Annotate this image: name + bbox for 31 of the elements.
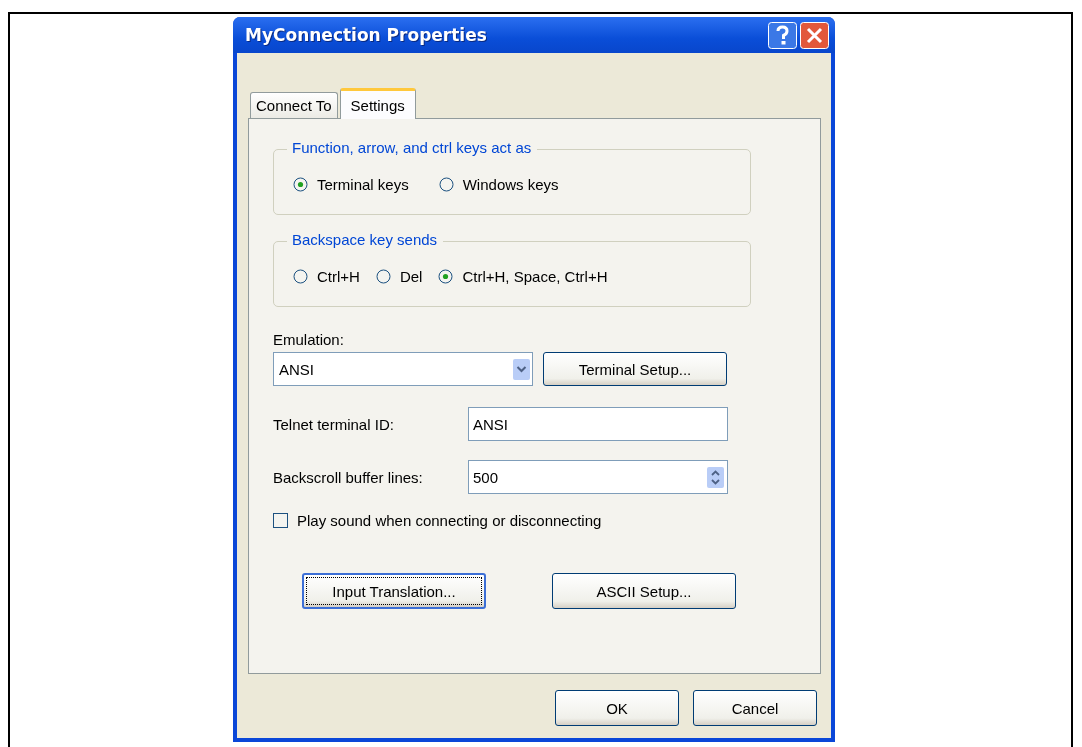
help-icon[interactable] bbox=[768, 21, 797, 49]
backscroll-spin-field[interactable]: 500 bbox=[468, 460, 728, 494]
checkbox-label[interactable]: Play sound when connecting or disconnecting bbox=[297, 512, 602, 529]
dialog-button[interactable]: Cancel bbox=[693, 690, 817, 726]
close-icon[interactable] bbox=[800, 21, 829, 49]
radio-label[interactable]: Ctrl+H, Space, Ctrl+H bbox=[462, 268, 608, 285]
radio-button[interactable] bbox=[375, 269, 391, 284]
spin-arrows-icon[interactable] bbox=[707, 466, 724, 488]
radio-button[interactable] bbox=[438, 269, 454, 284]
dialog-button[interactable]: OK bbox=[555, 690, 679, 726]
group-title: Function, arrow, and ctrl keys act as bbox=[287, 139, 538, 156]
radio-button[interactable] bbox=[293, 177, 308, 192]
window-title: MyConnection Properties bbox=[244, 25, 487, 45]
dialog-button[interactable]: ASCII Setup... bbox=[552, 573, 736, 609]
field-label: Telnet terminal ID: bbox=[273, 415, 395, 433]
tab[interactable]: Settings bbox=[339, 88, 416, 119]
dialog-button[interactable]: Input Translation... bbox=[302, 573, 486, 609]
tab[interactable]: Connect To bbox=[250, 92, 338, 118]
group-title: Backspace key sends bbox=[287, 231, 444, 248]
radio-button[interactable] bbox=[438, 177, 454, 192]
telnet-id-field[interactable]: ANSI bbox=[468, 407, 728, 441]
radio-label[interactable]: Ctrl+H bbox=[317, 268, 360, 285]
terminal-setup-button[interactable]: Terminal Setup... bbox=[543, 352, 727, 386]
radio-label[interactable]: Windows keys bbox=[462, 176, 559, 193]
emulation-dropdown[interactable]: ANSI bbox=[273, 352, 533, 386]
radio-label[interactable]: Del bbox=[399, 268, 423, 285]
checkbox[interactable] bbox=[273, 513, 288, 528]
field-label: Backscroll buffer lines: bbox=[273, 468, 424, 486]
field-label: Emulation: bbox=[273, 331, 345, 348]
radio-button[interactable] bbox=[293, 269, 308, 284]
radio-label[interactable]: Terminal keys bbox=[317, 176, 409, 193]
